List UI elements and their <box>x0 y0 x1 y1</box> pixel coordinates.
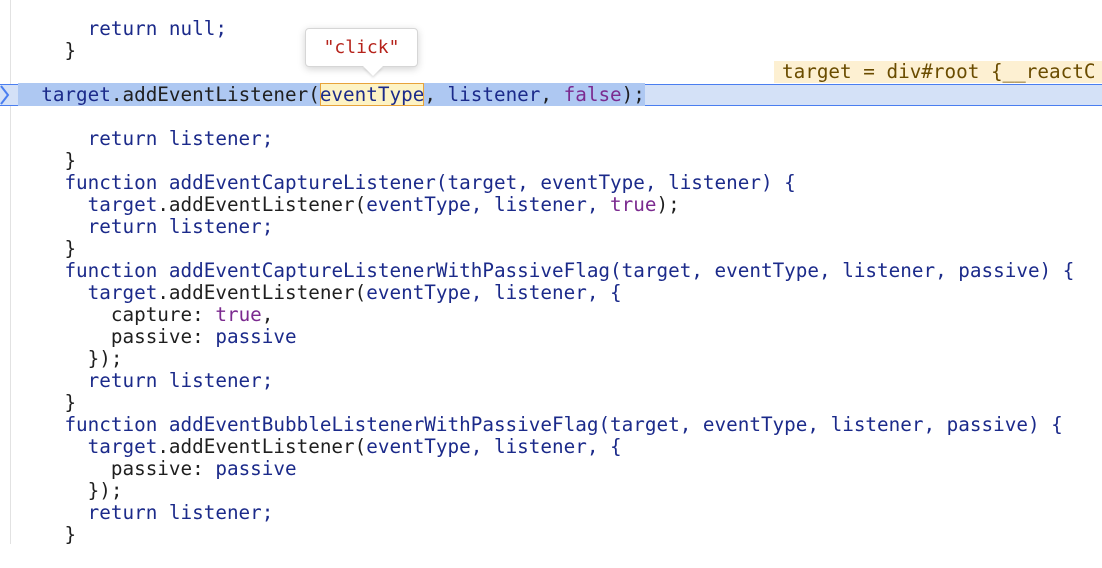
selected-code: target.addEventListener(eventType, liste… <box>18 83 645 106</box>
code-text: return null; <box>64 17 227 40</box>
code-line[interactable]: return listener; <box>18 480 274 524</box>
code-line[interactable]: return listener; <box>18 106 274 150</box>
call-args: eventType, listener, <box>366 193 611 216</box>
code-line[interactable]: } <box>18 216 76 260</box>
method-name[interactable]: addEventListener <box>122 83 308 106</box>
code-text: return listener; <box>64 501 274 524</box>
code-line[interactable]: }); <box>18 458 123 502</box>
paren-close: ); <box>656 193 680 216</box>
code-line[interactable]: return listener; <box>18 348 274 392</box>
call-target[interactable]: target <box>41 83 111 106</box>
tooltip-value: "click" <box>323 37 400 58</box>
comma: , <box>424 83 448 106</box>
code-line-function-header[interactable]: function addEventBubbleListenerWithPassi… <box>18 392 1062 436</box>
function-params: (target, eventType, listener, passive) { <box>598 413 1063 436</box>
code-editor[interactable]: return null; } function addEventBubbleLi… <box>0 0 1102 546</box>
code-line[interactable]: } <box>18 370 76 414</box>
code-line[interactable]: target.addEventListener(eventType, liste… <box>18 260 622 304</box>
code-text: return listener; <box>64 127 274 150</box>
dot: . <box>110 83 123 106</box>
code-line[interactable]: passive: passive <box>18 436 297 480</box>
arg-listener[interactable]: listener <box>448 83 541 106</box>
gutter-divider <box>10 0 11 544</box>
paused-execution-line[interactable]: target.addEventListener(eventType, liste… <box>0 83 1102 106</box>
code-text: return listener; <box>64 215 274 238</box>
variable-value-tooltip[interactable]: "click" <box>305 28 418 67</box>
code-line[interactable]: } <box>18 128 76 172</box>
comma: , <box>540 83 564 106</box>
code-text: return listener; <box>64 369 274 392</box>
code-line[interactable]: target.addEventListener(eventType, liste… <box>18 172 680 216</box>
code-text: } <box>64 39 77 62</box>
object-value: passive <box>215 325 297 348</box>
code-line[interactable]: } <box>18 18 76 62</box>
code-line[interactable]: capture: true, <box>18 282 274 326</box>
hovered-variable-eventtype[interactable]: eventType <box>319 83 425 106</box>
call-args: eventType, listener, { <box>366 281 622 304</box>
call-args: eventType, listener, { <box>366 435 622 458</box>
code-line[interactable]: } <box>18 502 76 546</box>
object-value: passive <box>215 457 297 480</box>
code-line-function-header[interactable]: function addEventCaptureListenerWithPass… <box>18 238 1074 282</box>
execution-pointer-icon <box>0 85 10 105</box>
literal-true: true <box>610 193 657 216</box>
code-line[interactable]: passive: passive <box>18 304 297 348</box>
code-text: } <box>64 523 77 546</box>
literal-false: false <box>563 83 622 106</box>
paren-close: ); <box>621 83 645 106</box>
tooltip-pointer <box>363 66 383 76</box>
function-params: (target, eventType, listener, passive) { <box>610 259 1075 282</box>
code-line[interactable]: target.addEventListener(eventType, liste… <box>18 414 622 458</box>
paren: ( <box>308 83 320 106</box>
inline-variable-value[interactable]: target = div#root {__reactC <box>774 61 1102 83</box>
code-line[interactable]: return listener; <box>18 194 274 238</box>
code-line[interactable]: return null; <box>18 0 227 40</box>
code-line[interactable]: }); <box>18 326 123 370</box>
code-line-function-header[interactable]: function addEventCaptureListener(target,… <box>18 150 795 194</box>
